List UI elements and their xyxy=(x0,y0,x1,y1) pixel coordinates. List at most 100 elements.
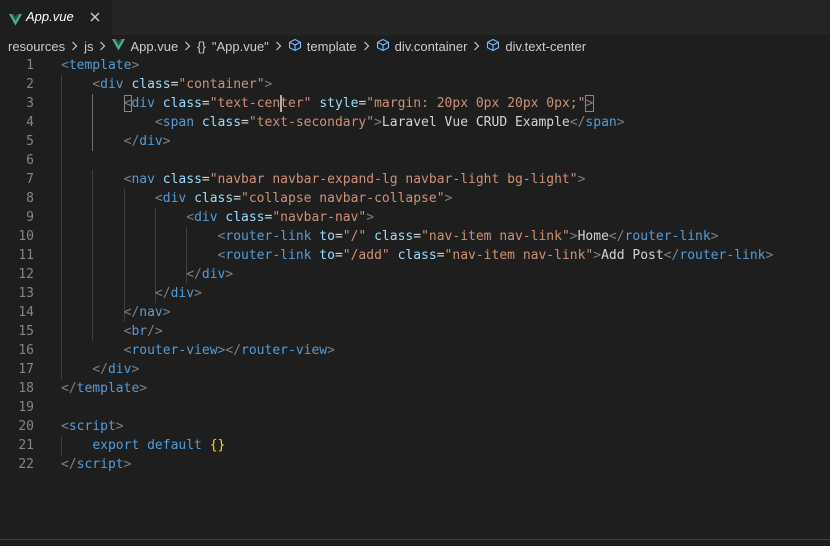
code-token: > xyxy=(264,77,273,92)
line-number: 12 xyxy=(18,267,34,282)
breadcrumb-item-div-text-center[interactable]: div.text-center xyxy=(486,38,586,55)
line-number: 7 xyxy=(26,172,34,187)
code-token: class xyxy=(162,96,202,111)
code-line[interactable]: 21 export default {} xyxy=(0,436,830,455)
code-content: </script> xyxy=(61,455,131,474)
code-line[interactable]: 15 <br/> xyxy=(0,322,830,341)
code-token: > xyxy=(366,210,375,225)
breadcrumb-item-div-container[interactable]: div.container xyxy=(376,38,467,55)
tab-app-vue[interactable]: App.vue xyxy=(0,0,112,35)
code-token: span xyxy=(585,115,617,130)
vue-file-icon xyxy=(9,11,22,30)
code-token: > xyxy=(374,115,382,130)
code-token: script xyxy=(76,457,124,472)
code-content: </div> xyxy=(61,360,139,379)
code-content: </template> xyxy=(61,379,147,398)
breadcrumb-item-app-vue[interactable]: App.vue xyxy=(112,38,178,54)
chevron-right-icon xyxy=(184,39,191,54)
code-token: </ xyxy=(663,248,680,263)
code-token: "collapse navbar-collapse" xyxy=(241,191,445,206)
code-token: div xyxy=(100,77,124,92)
code-token: > xyxy=(115,419,124,434)
code-token: template xyxy=(76,381,140,396)
code-content: <router-link to="/add" class="nav-item n… xyxy=(61,246,774,265)
line-number: 14 xyxy=(18,305,34,320)
code-line[interactable]: 8 <div class="collapse navbar-collapse"> xyxy=(0,189,830,208)
code-token: < xyxy=(186,210,195,225)
code-token: > xyxy=(194,286,202,301)
code-token: nav xyxy=(139,305,163,320)
code-line[interactable]: 14 </nav> xyxy=(0,303,830,322)
code-line[interactable]: 6 xyxy=(0,151,830,170)
code-line[interactable]: 22 </script> xyxy=(0,455,830,474)
breadcrumb-item-module[interactable]: {} "App.vue" xyxy=(197,39,269,54)
code-token: Add Post xyxy=(601,248,664,263)
code-line[interactable]: 10 <router-link to="/" class="nav-item n… xyxy=(0,227,830,246)
code-token: </ xyxy=(61,267,202,282)
line-number: 17 xyxy=(18,362,34,377)
code-token: router-view xyxy=(241,343,328,358)
code-line[interactable]: 13 </div> xyxy=(0,284,830,303)
code-token: div xyxy=(107,362,132,377)
code-token: > xyxy=(162,305,171,320)
code-line[interactable]: 18 </template> xyxy=(0,379,830,398)
code-token: class xyxy=(131,77,171,92)
code-content: <div class="collapse navbar-collapse"> xyxy=(61,189,452,208)
line-number: 11 xyxy=(18,248,34,263)
code-line[interactable]: 7 <nav class="navbar navbar-expand-lg na… xyxy=(0,170,830,189)
code-token: > xyxy=(569,229,578,244)
code-token: "navbar-nav" xyxy=(272,210,367,225)
line-number: 3 xyxy=(26,96,34,111)
breadcrumb-item-resources[interactable]: resources xyxy=(8,39,65,54)
code-token: "/" xyxy=(342,229,367,244)
code-content: </div> xyxy=(61,265,233,284)
code-line[interactable]: 16 <router-view></router-view> xyxy=(0,341,830,360)
cube-icon xyxy=(376,38,390,55)
code-editor[interactable]: 1 <template> 2 <div class="container"> 3 <d… xyxy=(0,56,830,536)
code-token: > xyxy=(131,58,140,73)
code-token: = xyxy=(334,229,343,244)
code-line[interactable]: 11 <router-link to="/add" class="nav-ite… xyxy=(0,246,830,265)
code-token: > xyxy=(577,172,586,187)
code-token: </ xyxy=(61,286,171,301)
code-token: = xyxy=(241,115,249,130)
code-content: <span class="text-secondary">Laravel Vue… xyxy=(61,113,625,132)
code-token: class xyxy=(162,172,202,187)
code-content: <div class="navbar-nav"> xyxy=(61,208,374,227)
code-content: <nav class="navbar navbar-expand-lg navb… xyxy=(61,170,586,189)
code-line[interactable]: 20 <script> xyxy=(0,417,830,436)
line-number: 10 xyxy=(18,229,34,244)
chevron-right-icon xyxy=(473,39,480,54)
line-number: 20 xyxy=(18,419,34,434)
divider xyxy=(0,539,830,540)
breadcrumb-item-template[interactable]: template xyxy=(288,38,357,55)
code-token: br xyxy=(131,324,148,339)
code-line[interactable]: 5 </div> xyxy=(0,132,830,151)
code-token: div xyxy=(131,96,155,111)
code-token: > xyxy=(327,343,335,358)
code-token: to xyxy=(319,248,335,263)
code-token: > xyxy=(139,381,148,396)
code-line[interactable]: 17 </div> xyxy=(0,360,830,379)
close-icon[interactable] xyxy=(88,9,102,28)
code-line[interactable]: 12 </div> xyxy=(0,265,830,284)
code-line[interactable]: 9 <div class="navbar-nav"> xyxy=(0,208,830,227)
code-token: = xyxy=(233,191,242,206)
code-token: > xyxy=(593,248,602,263)
breadcrumb-item-js[interactable]: js xyxy=(84,39,93,54)
code-line[interactable]: 1 <template> xyxy=(0,56,830,75)
line-number: 22 xyxy=(18,457,34,472)
code-line[interactable]: 2 <div class="container"> xyxy=(0,75,830,94)
code-token: </ xyxy=(61,381,77,396)
code-line[interactable]: 4 <span class="text-secondary">Laravel V… xyxy=(0,113,830,132)
code-token: router-link xyxy=(225,229,312,244)
tab-title: App.vue xyxy=(26,9,74,24)
code-token: > xyxy=(131,362,140,377)
line-number: 1 xyxy=(26,58,34,73)
line-number: 9 xyxy=(26,210,34,225)
code-line[interactable]: 19 xyxy=(0,398,830,417)
